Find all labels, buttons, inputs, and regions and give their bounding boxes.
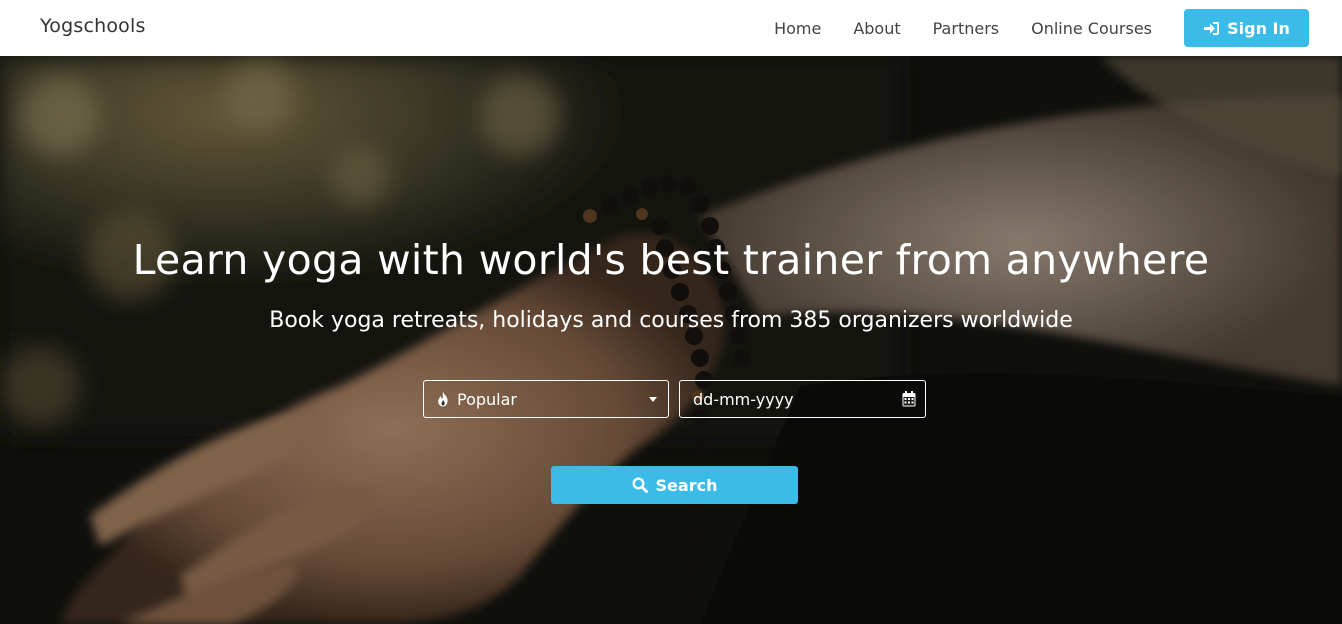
date-input-placeholder: dd-mm-yyyy: [693, 389, 794, 409]
hero-title: Learn yoga with world's best trainer fro…: [132, 236, 1210, 284]
flame-icon: [436, 391, 450, 407]
sign-in-button[interactable]: Sign In: [1184, 9, 1309, 47]
hero-dark-overlay: [0, 56, 1342, 624]
nav-link-about[interactable]: About: [853, 19, 900, 38]
brand-logo-link[interactable]: Yogschools: [40, 15, 146, 37]
nav-link-home[interactable]: Home: [774, 19, 821, 38]
hero-section: Learn yoga with world's best trainer fro…: [0, 56, 1342, 624]
nav-link-online-courses[interactable]: Online Courses: [1031, 19, 1152, 38]
search-button-label: Search: [655, 475, 718, 495]
sign-in-label: Sign In: [1227, 18, 1290, 38]
search-icon: [632, 477, 648, 493]
search-button[interactable]: Search: [551, 466, 798, 504]
nav-link-partners[interactable]: Partners: [933, 19, 999, 38]
top-navbar: Yogschools Home About Partners Online Co…: [0, 0, 1342, 56]
calendar-icon[interactable]: [902, 391, 916, 407]
date-input[interactable]: dd-mm-yyyy: [679, 380, 926, 418]
nav-links: Home About Partners Online Courses: [742, 0, 1152, 56]
category-select[interactable]: Popular: [423, 380, 669, 418]
hero-subtitle: Book yoga retreats, holidays and courses…: [269, 308, 1073, 333]
category-select-value: Popular: [457, 389, 517, 409]
sign-in-icon: [1204, 21, 1220, 35]
chevron-down-icon: [649, 397, 657, 402]
